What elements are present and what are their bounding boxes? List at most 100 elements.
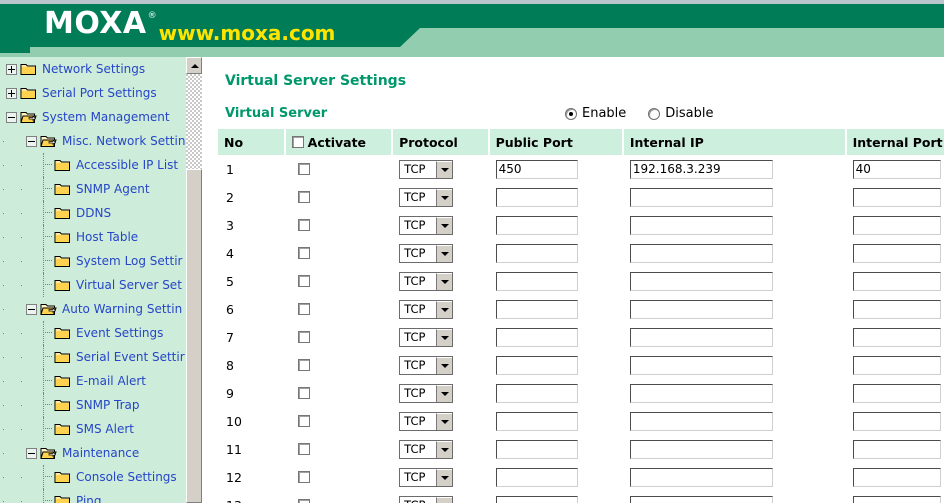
activate-checkbox[interactable] bbox=[297, 499, 310, 503]
internal-ip-input[interactable] bbox=[629, 383, 773, 403]
radio-disable[interactable]: Disable bbox=[648, 106, 714, 121]
radio-enable[interactable]: Enable bbox=[565, 106, 626, 121]
chevron-down-icon[interactable] bbox=[436, 244, 453, 262]
activate-checkbox[interactable] bbox=[297, 163, 310, 175]
internal-ip-input[interactable] bbox=[629, 243, 773, 263]
protocol-select[interactable]: TCP bbox=[399, 495, 454, 503]
activate-checkbox[interactable] bbox=[297, 275, 310, 287]
internal-port-input[interactable] bbox=[852, 271, 941, 291]
chevron-down-icon[interactable] bbox=[436, 300, 453, 318]
sidebar-item-console-settings[interactable]: Console Settings bbox=[0, 465, 186, 489]
sidebar-item-ping[interactable]: Ping bbox=[0, 489, 186, 503]
protocol-select[interactable]: TCP bbox=[399, 327, 454, 347]
activate-checkbox[interactable] bbox=[297, 387, 310, 399]
internal-ip-input[interactable] bbox=[629, 355, 773, 375]
public-port-input[interactable] bbox=[495, 383, 578, 403]
tree-expander-minus-icon[interactable] bbox=[26, 135, 37, 147]
sidebar-item-network-settings[interactable]: Network Settings bbox=[0, 57, 186, 81]
tree-expander-minus-icon[interactable] bbox=[26, 447, 37, 459]
sidebar-item-auto-warning-settin[interactable]: Auto Warning Settin bbox=[0, 297, 186, 321]
protocol-select[interactable]: TCP bbox=[399, 271, 454, 291]
protocol-select[interactable]: TCP bbox=[399, 411, 454, 431]
sidebar-item-system-log-settir[interactable]: System Log Settir bbox=[0, 249, 186, 273]
chevron-down-icon[interactable] bbox=[436, 160, 453, 178]
tree-expander-minus-icon[interactable] bbox=[26, 303, 37, 315]
internal-port-input[interactable] bbox=[852, 495, 941, 503]
activate-checkbox[interactable] bbox=[297, 331, 310, 343]
internal-ip-input[interactable] bbox=[629, 411, 773, 431]
virtual-server-radio-group[interactable]: Enable Disable bbox=[565, 106, 736, 121]
sidebar-item-e-mail-alert[interactable]: E-mail Alert bbox=[0, 369, 186, 393]
activate-checkbox[interactable] bbox=[297, 415, 310, 427]
chevron-down-icon[interactable] bbox=[436, 384, 453, 402]
internal-port-input[interactable] bbox=[852, 467, 941, 487]
public-port-input[interactable] bbox=[495, 243, 578, 263]
sidebar-item-serial-event-settir[interactable]: Serial Event Settir bbox=[0, 345, 186, 369]
public-port-input[interactable] bbox=[495, 187, 578, 207]
tree-expander-plus-icon[interactable] bbox=[6, 87, 17, 99]
public-port-input[interactable] bbox=[495, 299, 578, 319]
chevron-down-icon[interactable] bbox=[436, 272, 453, 290]
chevron-down-icon[interactable] bbox=[436, 356, 453, 374]
scroll-up-icon[interactable] bbox=[186, 57, 202, 74]
protocol-select[interactable]: TCP bbox=[399, 467, 454, 487]
activate-checkbox[interactable] bbox=[297, 247, 310, 259]
internal-port-input[interactable] bbox=[852, 327, 941, 347]
internal-ip-input[interactable] bbox=[629, 299, 773, 319]
sidebar-item-event-settings[interactable]: Event Settings bbox=[0, 321, 186, 345]
internal-ip-input[interactable] bbox=[629, 187, 773, 207]
internal-ip-input[interactable] bbox=[629, 439, 773, 459]
sidebar-item-serial-port-settings[interactable]: Serial Port Settings bbox=[0, 81, 186, 105]
internal-port-input[interactable] bbox=[852, 383, 941, 403]
activate-checkbox[interactable] bbox=[297, 303, 310, 315]
internal-ip-input[interactable]: 192.168.3.239 bbox=[629, 159, 773, 179]
activate-checkbox[interactable] bbox=[297, 443, 310, 455]
internal-ip-input[interactable] bbox=[629, 467, 773, 487]
sidebar-item-system-management[interactable]: System Management bbox=[0, 105, 186, 129]
activate-checkbox[interactable] bbox=[297, 191, 310, 203]
internal-port-input[interactable] bbox=[852, 243, 941, 263]
sidebar-item-misc-network-settin[interactable]: Misc. Network Settin bbox=[0, 129, 186, 153]
protocol-select[interactable]: TCP bbox=[399, 355, 454, 375]
public-port-input[interactable] bbox=[495, 215, 578, 235]
sidebar-item-ddns[interactable]: DDNS bbox=[0, 201, 186, 225]
navigation-tree[interactable]: Network Settings Serial Port Settings Syst… bbox=[0, 57, 186, 503]
sidebar-item-accessible-ip-list[interactable]: Accessible IP List bbox=[0, 153, 186, 177]
internal-port-input[interactable] bbox=[852, 411, 941, 431]
tree-expander-minus-icon[interactable] bbox=[6, 111, 17, 123]
nav-vertical-scrollbar[interactable] bbox=[186, 57, 202, 503]
protocol-select[interactable]: TCP bbox=[399, 215, 454, 235]
activate-checkbox[interactable] bbox=[297, 471, 310, 483]
internal-port-input[interactable]: 40 bbox=[852, 159, 941, 179]
public-port-input[interactable] bbox=[495, 327, 578, 347]
scrollbar-thumb[interactable] bbox=[186, 169, 202, 503]
sidebar-item-sms-alert[interactable]: SMS Alert bbox=[0, 417, 186, 441]
public-port-input[interactable] bbox=[495, 411, 578, 431]
public-port-input[interactable] bbox=[495, 467, 578, 487]
internal-ip-input[interactable] bbox=[629, 327, 773, 347]
internal-port-input[interactable] bbox=[852, 215, 941, 235]
protocol-select[interactable]: TCP bbox=[399, 439, 454, 459]
chevron-down-icon[interactable] bbox=[436, 216, 453, 234]
internal-port-input[interactable] bbox=[852, 299, 941, 319]
sidebar-item-snmp-agent[interactable]: SNMP Agent bbox=[0, 177, 186, 201]
public-port-input[interactable] bbox=[495, 355, 578, 375]
sidebar-item-virtual-server-set[interactable]: Virtual Server Set bbox=[0, 273, 186, 297]
sidebar-item-host-table[interactable]: Host Table bbox=[0, 225, 186, 249]
chevron-down-icon[interactable] bbox=[436, 468, 453, 486]
internal-port-input[interactable] bbox=[852, 187, 941, 207]
protocol-select[interactable]: TCP bbox=[399, 243, 454, 263]
internal-ip-input[interactable] bbox=[629, 271, 773, 291]
radio-button-icon[interactable] bbox=[565, 107, 577, 120]
select-all-checkbox[interactable] bbox=[291, 136, 304, 148]
chevron-down-icon[interactable] bbox=[436, 188, 453, 206]
public-port-input[interactable] bbox=[495, 495, 578, 503]
activate-checkbox[interactable] bbox=[297, 359, 310, 371]
radio-button-icon[interactable] bbox=[648, 107, 661, 120]
internal-port-input[interactable] bbox=[852, 355, 941, 375]
public-port-input[interactable] bbox=[495, 439, 578, 459]
chevron-down-icon[interactable] bbox=[436, 496, 453, 503]
protocol-select[interactable]: TCP bbox=[399, 159, 454, 179]
tree-expander-plus-icon[interactable] bbox=[6, 63, 17, 75]
internal-port-input[interactable] bbox=[852, 439, 941, 459]
